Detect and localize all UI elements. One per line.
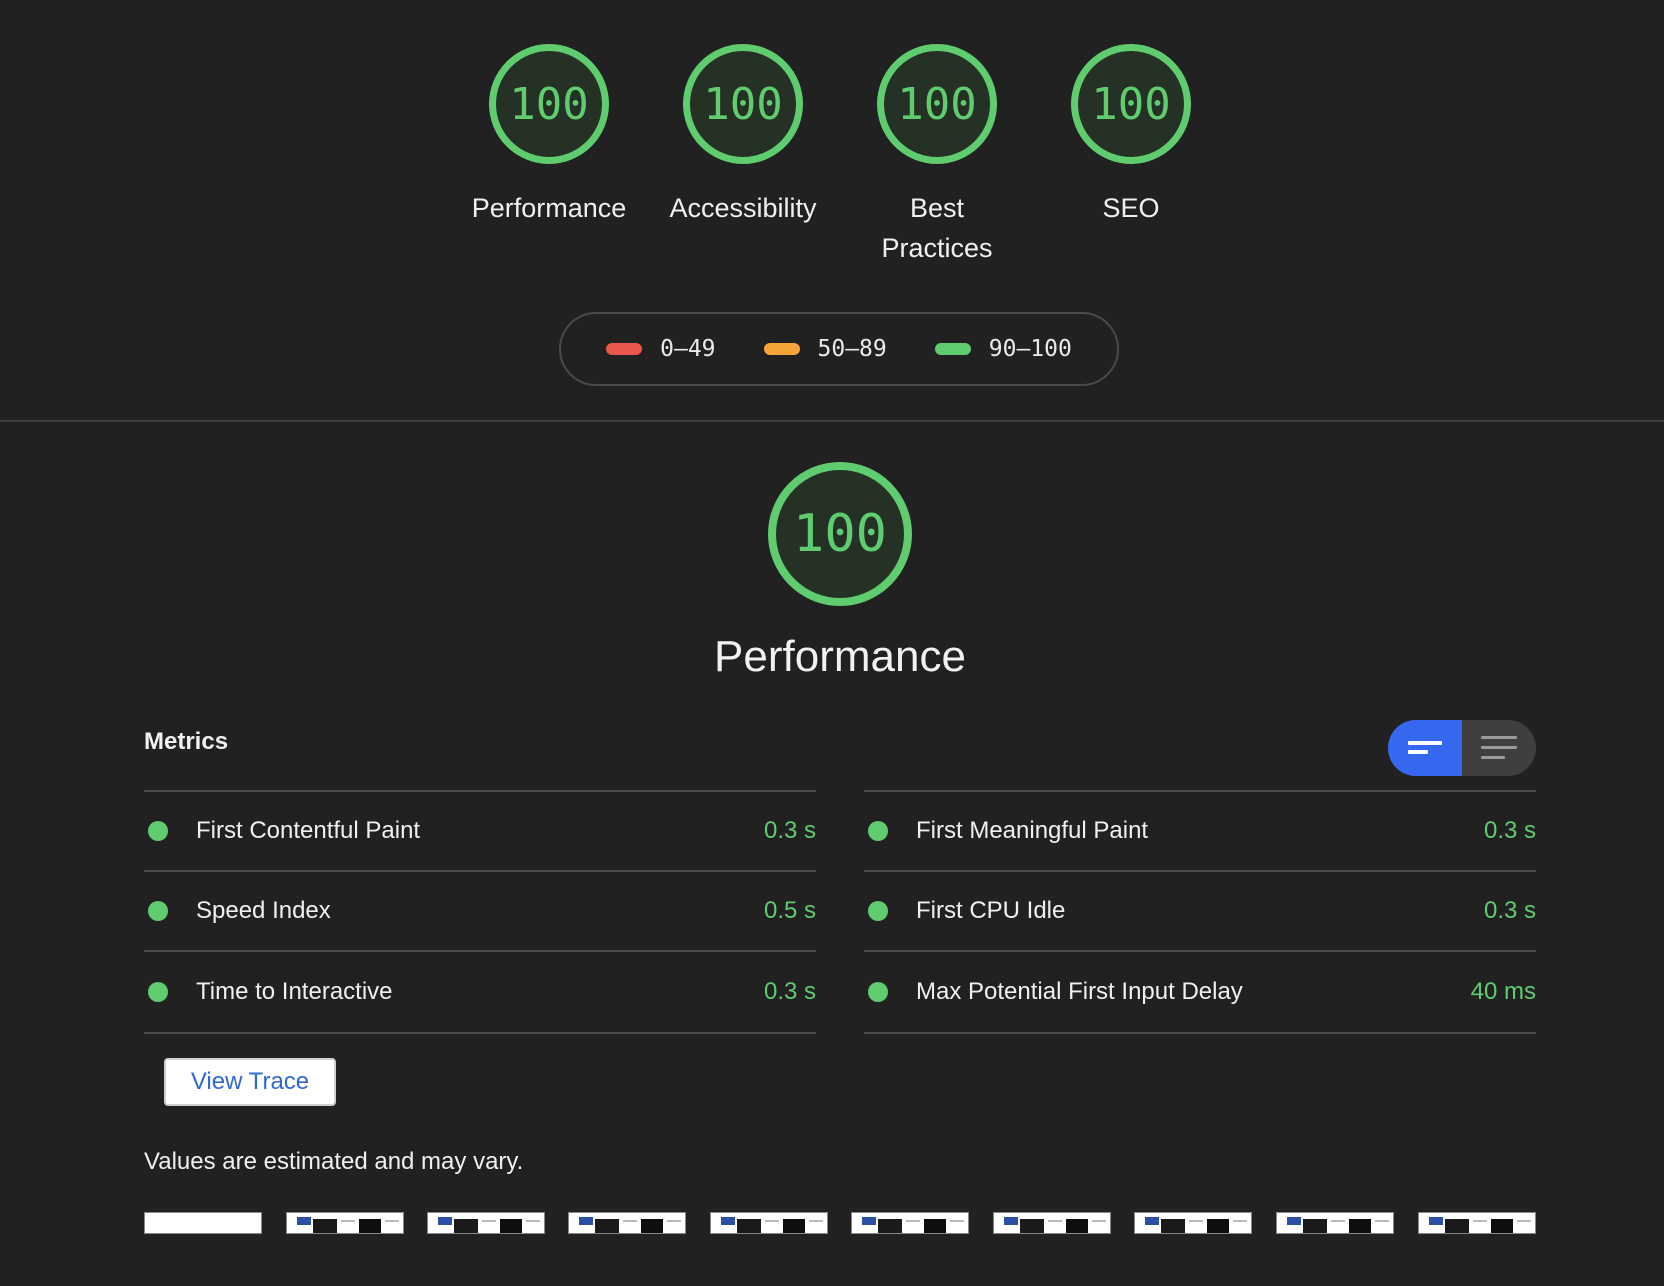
gauge-best-practices[interactable]: 100 Best Practices <box>837 44 1037 268</box>
screenshot-thumbnail-icon <box>1418 1212 1536 1234</box>
legend-range: 0–49 <box>660 336 716 362</box>
legend-item-fail: 0–49 <box>606 336 716 362</box>
pass-indicator-icon <box>148 821 168 841</box>
performance-gauge: 100 <box>768 462 912 606</box>
pass-indicator-icon <box>148 982 168 1002</box>
view-trace-button[interactable]: View Trace <box>164 1058 336 1106</box>
metric-value: 0.5 s <box>763 897 816 924</box>
metric-row[interactable]: First CPU Idle 0.3 s <box>864 870 1536 950</box>
legend-range: 50–89 <box>817 336 887 362</box>
metric-name: First Meaningful Paint <box>916 817 1149 844</box>
gauge-score: 100 <box>683 44 803 164</box>
metric-value: 0.3 s <box>1483 897 1536 924</box>
gauge-performance[interactable]: 100 Performance <box>449 44 649 228</box>
screenshot-thumbnail-icon <box>710 1212 828 1234</box>
gauge-accessibility[interactable]: 100 Accessibility <box>643 44 843 228</box>
expanded-view-button[interactable] <box>1462 720 1536 776</box>
metrics-column-right: First Meaningful Paint 0.3 s First CPU I… <box>864 790 1536 1034</box>
gauge-label: Best Practices <box>881 193 993 263</box>
gauge-label: SEO <box>1102 193 1160 223</box>
metrics-header: Metrics <box>144 728 229 755</box>
legend-swatch <box>763 343 800 355</box>
legend-range: 90–100 <box>988 336 1072 362</box>
legend-item-pass: 90–100 <box>934 336 1072 362</box>
screenshot-thumbnail-icon <box>286 1212 404 1234</box>
metrics-column-left: First Contentful Paint 0.3 s Speed Index… <box>144 790 816 1034</box>
metric-row[interactable]: Time to Interactive 0.3 s <box>144 950 816 1034</box>
gauge-score: 100 <box>489 44 609 164</box>
section-divider <box>0 420 1664 422</box>
screenshot-thumbnail-icon <box>568 1212 686 1234</box>
legend-swatch <box>934 343 971 355</box>
screenshot-thumbnail-icon <box>1134 1212 1252 1234</box>
screenshot-thumbnail-icon <box>851 1212 969 1234</box>
lighthouse-report: 100 Performance 100 Accessibility 100 Be… <box>0 0 1664 1286</box>
metric-name: Time to Interactive <box>196 978 393 1005</box>
metric-row[interactable]: Max Potential First Input Delay 40 ms <box>864 950 1536 1034</box>
metric-value: 0.3 s <box>1483 817 1536 844</box>
compact-view-button[interactable] <box>1388 720 1462 776</box>
gauge-label: Accessibility <box>669 193 817 223</box>
gauge-score: 100 <box>877 44 997 164</box>
score-scale-legend: 0–49 50–89 90–100 <box>559 312 1119 386</box>
gauge-score: 100 <box>1071 44 1191 164</box>
screenshot-thumbnail-icon <box>1276 1212 1394 1234</box>
pass-indicator-icon <box>868 901 888 921</box>
metric-name: First Contentful Paint <box>196 817 421 844</box>
metric-value: 0.3 s <box>763 978 816 1005</box>
pass-indicator-icon <box>148 901 168 921</box>
category-gauges: 100 Performance 100 Accessibility 100 Be… <box>0 44 1664 274</box>
screenshot-thumbnail-icon <box>144 1212 262 1234</box>
metric-row[interactable]: First Meaningful Paint 0.3 s <box>864 790 1536 870</box>
metric-value: 40 ms <box>1470 978 1536 1005</box>
screenshot-thumbnail-icon <box>427 1212 545 1234</box>
estimate-note: Values are estimated and may vary. <box>144 1148 524 1175</box>
screenshot-thumbnail-icon <box>993 1212 1111 1234</box>
metric-value: 0.3 s <box>763 817 816 844</box>
metrics-view-toggle <box>1388 720 1536 776</box>
screenshot-filmstrip <box>144 1212 1536 1236</box>
expanded-list-icon <box>1481 736 1517 759</box>
gauge-seo[interactable]: 100 SEO <box>1031 44 1231 228</box>
metric-row[interactable]: Speed Index 0.5 s <box>144 870 816 950</box>
compact-list-icon <box>1408 741 1442 754</box>
metric-name: Max Potential First Input Delay <box>916 978 1243 1005</box>
metric-row[interactable]: First Contentful Paint 0.3 s <box>144 790 816 870</box>
legend-item-average: 50–89 <box>763 336 887 362</box>
legend-swatch <box>606 343 643 355</box>
pass-indicator-icon <box>868 821 888 841</box>
performance-title: Performance <box>714 632 966 681</box>
metric-name: First CPU Idle <box>916 897 1066 924</box>
gauge-label: Performance <box>471 193 627 223</box>
pass-indicator-icon <box>868 982 888 1002</box>
metric-name: Speed Index <box>196 897 331 924</box>
